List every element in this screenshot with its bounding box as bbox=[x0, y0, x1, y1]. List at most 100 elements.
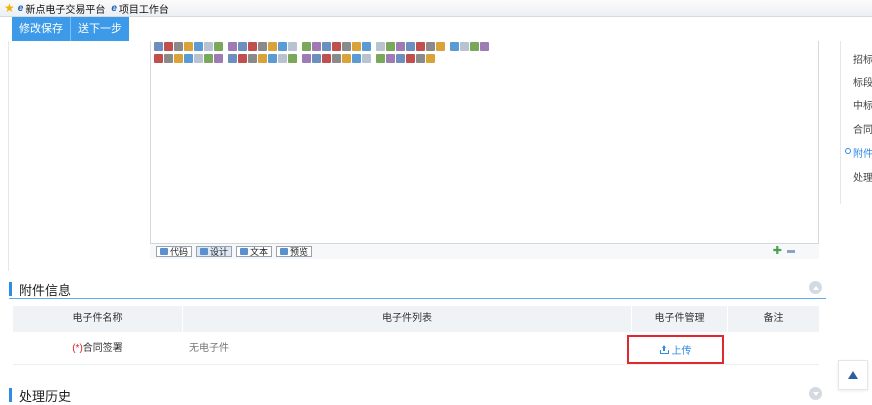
editor-toolbar-icon[interactable] bbox=[258, 54, 267, 63]
editor-toolbar-icon[interactable] bbox=[204, 42, 213, 51]
anchor-nav-item[interactable]: 合同 bbox=[853, 121, 872, 136]
editor-toolbar-icon[interactable] bbox=[352, 54, 361, 63]
editor-toolbar-icon[interactable] bbox=[288, 54, 297, 63]
expand-section-button[interactable] bbox=[809, 387, 822, 400]
save-button[interactable]: 修改保存 bbox=[12, 17, 71, 41]
editor-toolbar-icon[interactable] bbox=[396, 42, 405, 51]
editor-toolbar-icon[interactable] bbox=[416, 54, 425, 63]
editor-toolbar-icon[interactable] bbox=[288, 42, 297, 51]
editor-toolbar-icon[interactable] bbox=[184, 42, 193, 51]
editor-toolbar-icon[interactable] bbox=[362, 42, 371, 51]
editor-toolbar-icon[interactable] bbox=[302, 42, 311, 51]
editor-toolbar-icon[interactable] bbox=[352, 42, 361, 51]
editor-toolbar-icon[interactable] bbox=[238, 42, 247, 51]
editor-toolbar-icon[interactable] bbox=[406, 54, 415, 63]
browser-tab-workbench[interactable]: e 项目工作台 bbox=[111, 1, 169, 16]
editor-toolbar-icon[interactable] bbox=[376, 42, 385, 51]
editor-toolbar-icon[interactable] bbox=[332, 42, 341, 51]
editor-toolbar-icon[interactable] bbox=[278, 54, 287, 63]
shrink-editor-icon[interactable] bbox=[787, 250, 795, 253]
editor-toolbar-icon[interactable] bbox=[386, 54, 395, 63]
editor-toolbar-icon[interactable] bbox=[312, 54, 321, 63]
editor-toolbar-icon[interactable] bbox=[164, 42, 173, 51]
editor-toolbar-icon[interactable] bbox=[302, 54, 311, 63]
design-icon bbox=[200, 248, 209, 255]
action-toolbar: 修改保存 送下一步 bbox=[0, 17, 872, 41]
editor-toolbar-icon[interactable] bbox=[342, 42, 351, 51]
editor-toolbar-icon[interactable] bbox=[164, 54, 173, 63]
editor-toolbar-icon[interactable] bbox=[214, 54, 223, 63]
editor-toolbar-icon[interactable] bbox=[278, 42, 287, 51]
editor-toolbar-icon[interactable] bbox=[470, 42, 479, 51]
mode-tab-preview[interactable]: 预览 bbox=[276, 246, 313, 257]
editor-toolbar-icon[interactable] bbox=[194, 54, 203, 63]
editor-toolbar-icon[interactable] bbox=[322, 54, 331, 63]
editor-toolbar-icon[interactable] bbox=[396, 54, 405, 63]
browser-tab-label: 新点电子交易平台 bbox=[25, 4, 106, 16]
editor-toolbar-icon[interactable] bbox=[228, 54, 237, 63]
editor-toolbar-icon[interactable] bbox=[460, 42, 469, 51]
editor-toolbar-icon[interactable] bbox=[248, 42, 257, 51]
chevron-down-icon bbox=[812, 391, 819, 396]
mode-tab-code[interactable]: 代码 bbox=[156, 246, 193, 257]
mode-tab-label: 代码 bbox=[170, 246, 189, 257]
preview-icon bbox=[280, 248, 289, 255]
section-title: 附件信息 bbox=[19, 282, 72, 298]
editor-toolbar-icon[interactable] bbox=[174, 54, 183, 63]
editor-toolbar-icon[interactable] bbox=[154, 42, 163, 51]
editor-toolbar-icon[interactable] bbox=[268, 54, 277, 63]
editor-toolbar-icon[interactable] bbox=[312, 42, 321, 51]
mode-tab-text[interactable]: 文本 bbox=[236, 246, 273, 257]
browser-tab-platform[interactable]: e 新点电子交易平台 bbox=[18, 1, 106, 16]
upload-highlight-box: 上传 bbox=[627, 335, 724, 364]
browser-tab-label: 项目工作台 bbox=[118, 4, 169, 16]
editor-toolbar-icon[interactable] bbox=[174, 42, 183, 51]
editor-toolbar-icon[interactable] bbox=[258, 42, 267, 51]
mode-tab-design[interactable]: 设计 bbox=[196, 246, 233, 257]
editor-toolbar-icon[interactable] bbox=[322, 42, 331, 51]
editor-toolbar-icon[interactable] bbox=[268, 42, 277, 51]
anchor-nav-item[interactable]: 处理 bbox=[853, 169, 872, 184]
editor-toolbar-icon[interactable] bbox=[480, 42, 489, 51]
editor-toolbar-icon[interactable] bbox=[386, 42, 395, 51]
editor-toolbar-icon[interactable] bbox=[332, 54, 341, 63]
anchor-nav-item[interactable]: 标段 bbox=[853, 74, 872, 89]
editor-toolbar-icon[interactable] bbox=[406, 42, 415, 51]
anchor-nav-item-active[interactable]: 附件 bbox=[845, 145, 872, 160]
editor-toolbar-icon[interactable] bbox=[426, 42, 435, 51]
column-header: 电子件管理 bbox=[654, 313, 705, 324]
ie-icon: e bbox=[111, 2, 117, 14]
rich-text-editor[interactable] bbox=[150, 41, 819, 259]
editor-resize-controls: ✚ bbox=[773, 246, 795, 257]
editor-toolbar-icon[interactable] bbox=[342, 54, 351, 63]
editor-toolbar-icon[interactable] bbox=[154, 54, 163, 63]
editor-toolbar-icon[interactable] bbox=[362, 54, 371, 63]
upload-button[interactable]: 上传 bbox=[659, 342, 692, 357]
editor-toolbar-icon[interactable] bbox=[228, 42, 237, 51]
attachment-name: 合同签署 bbox=[82, 343, 123, 354]
collapse-section-button[interactable] bbox=[809, 281, 822, 294]
editor-toolbar-icon[interactable] bbox=[204, 54, 213, 63]
editor-toolbar-icon[interactable] bbox=[450, 42, 459, 51]
editor-toolbar-icon[interactable] bbox=[184, 54, 193, 63]
editor-toolbar-icon[interactable] bbox=[238, 54, 247, 63]
anchor-nav-item[interactable]: 招标 bbox=[853, 51, 872, 66]
attachment-note bbox=[728, 332, 819, 365]
required-mark: (*) bbox=[72, 343, 83, 354]
editor-mode-tabs: 代码 设计 文本 预览 bbox=[156, 246, 313, 257]
table-header: 电子件名称 电子件列表 电子件管理 备注 bbox=[13, 306, 819, 332]
anchor-nav-item[interactable]: 中标 bbox=[853, 97, 872, 112]
editor-toolbar-icon[interactable] bbox=[426, 54, 435, 63]
editor-toolbar-icon[interactable] bbox=[194, 42, 203, 51]
column-header: 备注 bbox=[763, 313, 784, 324]
next-step-button[interactable]: 送下一步 bbox=[71, 17, 129, 41]
editor-toolbar-icon[interactable] bbox=[248, 54, 257, 63]
editor-toolbar-icon[interactable] bbox=[416, 42, 425, 51]
editor-toolbar-icon[interactable] bbox=[376, 54, 385, 63]
editor-toolbar-icon[interactable] bbox=[214, 42, 223, 51]
editor-toolbar-icon[interactable] bbox=[436, 42, 445, 51]
favorites-star-icon[interactable]: ★ bbox=[4, 1, 15, 15]
expand-editor-icon[interactable]: ✚ bbox=[773, 246, 782, 257]
ie-icon: e bbox=[17, 2, 24, 14]
back-to-top-button[interactable] bbox=[838, 360, 868, 390]
